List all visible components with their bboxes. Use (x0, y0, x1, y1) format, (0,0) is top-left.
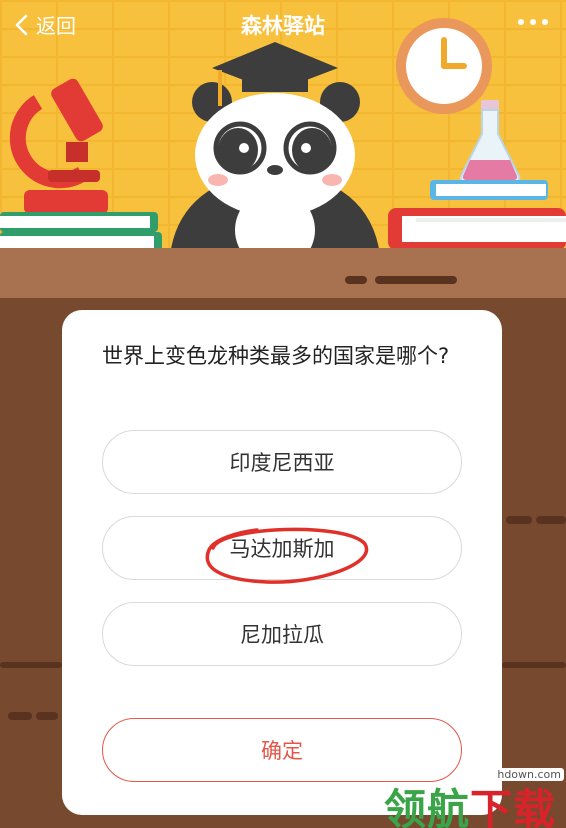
page-title: 森林驿站 (241, 14, 325, 38)
watermark-text-red: 下载 (470, 785, 557, 828)
option-label: 尼加拉瓜 (240, 623, 324, 647)
microscope-icon (9, 78, 108, 214)
top-nav-bar: 返回 森林驿站 (0, 0, 566, 46)
more-dots-icon[interactable] (516, 12, 550, 32)
desk-groove (536, 516, 566, 524)
books-right (388, 180, 566, 250)
desk-groove (8, 712, 32, 720)
quiz-card: 世界上变色龙种类最多的国家是哪个? 印度尼西亚 马达加斯加 尼加拉瓜 确定 (62, 310, 502, 815)
desk-groove (36, 712, 58, 720)
desk-groove (0, 662, 62, 668)
desk-groove (502, 662, 566, 668)
watermark-logo-text: 领航下载 (384, 776, 556, 828)
option-label: 马达加斯加 (229, 537, 335, 561)
desk-groove (375, 276, 457, 284)
confirm-label: 确定 (261, 739, 303, 763)
answer-option[interactable]: 印度尼西亚 (102, 430, 462, 494)
desk-top (0, 248, 566, 304)
desk-groove (345, 276, 367, 284)
site-watermark: hdown.com 领航下载 (384, 768, 566, 828)
answer-option[interactable]: 马达加斯加 (102, 516, 462, 580)
watermark-text-green: 领航 (384, 785, 471, 828)
answer-option[interactable]: 尼加拉瓜 (102, 602, 462, 666)
option-label: 印度尼西亚 (229, 451, 335, 475)
question-text: 世界上变色龙种类最多的国家是哪个? (102, 344, 450, 368)
flask-icon (459, 100, 521, 183)
panda-mascot (170, 42, 380, 255)
desk-groove (506, 516, 532, 524)
